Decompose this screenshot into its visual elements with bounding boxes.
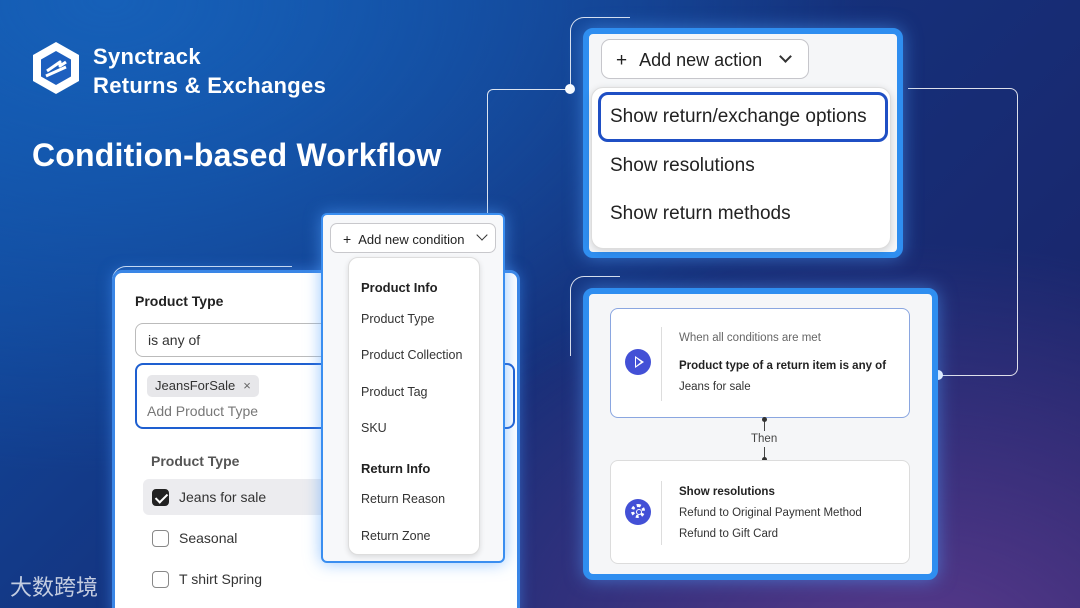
checkbox-checked[interactable] bbox=[152, 489, 169, 506]
checkbox[interactable] bbox=[152, 571, 169, 588]
trigger-condition: Product type of a return item is any of bbox=[679, 360, 887, 372]
action-item: Refund to Original Payment Method bbox=[679, 507, 862, 519]
divider bbox=[661, 327, 662, 401]
trigger-card[interactable]: When all conditions are met Product type… bbox=[610, 308, 910, 418]
play-icon bbox=[635, 356, 644, 368]
action-option-show-resolutions[interactable]: Show resolutions bbox=[610, 155, 755, 177]
option-label: Jeans for sale bbox=[179, 489, 267, 505]
tag-chip-label: JeansForSale bbox=[155, 378, 236, 393]
menu-item-sku[interactable]: SKU bbox=[361, 421, 387, 435]
dropdown-title: Product Type bbox=[151, 453, 240, 469]
divider bbox=[661, 481, 662, 545]
connector-dot bbox=[762, 417, 767, 422]
action-title: Show resolutions bbox=[679, 486, 775, 498]
gear-icon bbox=[631, 504, 645, 518]
brand-subtitle: Returns & Exchanges bbox=[93, 73, 327, 98]
chevron-down-icon bbox=[476, 229, 488, 241]
action-menu: Show return/exchange options Show resolu… bbox=[591, 87, 891, 249]
menu-group-return-info: Return Info bbox=[361, 461, 431, 476]
option-jeans-for-sale[interactable]: Jeans for sale bbox=[143, 479, 333, 515]
menu-item-product-collection[interactable]: Product Collection bbox=[361, 348, 462, 362]
action-item: Refund to Gift Card bbox=[679, 528, 779, 540]
tag-chip: JeansForSale × bbox=[147, 375, 259, 397]
brand-name: Synctrack bbox=[93, 44, 201, 69]
menu-item-return-reason[interactable]: Return Reason bbox=[361, 492, 445, 506]
plus-icon: + bbox=[616, 50, 628, 71]
add-condition-panel: + Add new condition Product Info Product … bbox=[321, 213, 505, 563]
option-label: T shirt Spring bbox=[179, 571, 262, 587]
add-condition-button[interactable]: + Add new condition bbox=[330, 223, 496, 253]
option-seasonal[interactable]: Seasonal bbox=[143, 520, 333, 556]
plus-icon: + bbox=[343, 231, 352, 247]
menu-group-product-info: Product Info bbox=[361, 280, 438, 295]
add-action-panel: + Add new action Show return/exchange opt… bbox=[583, 28, 903, 258]
chevron-down-icon bbox=[779, 50, 792, 63]
add-action-button[interactable]: + Add new action bbox=[601, 39, 809, 79]
synctrack-logo-icon bbox=[33, 42, 79, 94]
menu-item-product-type[interactable]: Product Type bbox=[361, 312, 434, 326]
trigger-value: Jeans for sale bbox=[679, 381, 751, 393]
menu-item-product-tag[interactable]: Product Tag bbox=[361, 385, 427, 399]
action-icon-circle bbox=[625, 499, 651, 525]
trigger-icon-circle bbox=[625, 349, 651, 375]
watermark: 大数跨境 bbox=[10, 570, 98, 602]
connector-dot bbox=[565, 84, 575, 94]
add-product-type-placeholder[interactable]: Add Product Type bbox=[147, 403, 258, 419]
watermark-text: 大数跨境 bbox=[10, 576, 99, 601]
then-label: Then bbox=[748, 431, 781, 447]
remove-tag-icon[interactable]: × bbox=[243, 378, 251, 393]
workflow-panel: When all conditions are met Product type… bbox=[583, 288, 938, 580]
trigger-caption: When all conditions are met bbox=[679, 332, 821, 344]
option-label: Seasonal bbox=[179, 530, 238, 546]
condition-menu: Product Info Product Type Product Collec… bbox=[348, 257, 480, 555]
connector-line bbox=[487, 89, 567, 215]
action-option-show-return-methods[interactable]: Show return methods bbox=[610, 203, 791, 225]
checkbox[interactable] bbox=[152, 530, 169, 547]
page-headline: Condition-based Workflow bbox=[32, 137, 442, 173]
add-action-label: Add new action bbox=[639, 50, 763, 70]
menu-item-return-zone[interactable]: Return Zone bbox=[361, 529, 430, 543]
action-card[interactable]: Show resolutions Refund to Original Paym… bbox=[610, 460, 910, 564]
field-label: Product Type bbox=[135, 293, 224, 309]
action-option-show-return-exchange-options[interactable]: Show return/exchange options bbox=[610, 106, 867, 128]
option-t-shirt-spring[interactable]: T shirt Spring bbox=[143, 561, 333, 597]
add-condition-label: Add new condition bbox=[358, 232, 465, 247]
